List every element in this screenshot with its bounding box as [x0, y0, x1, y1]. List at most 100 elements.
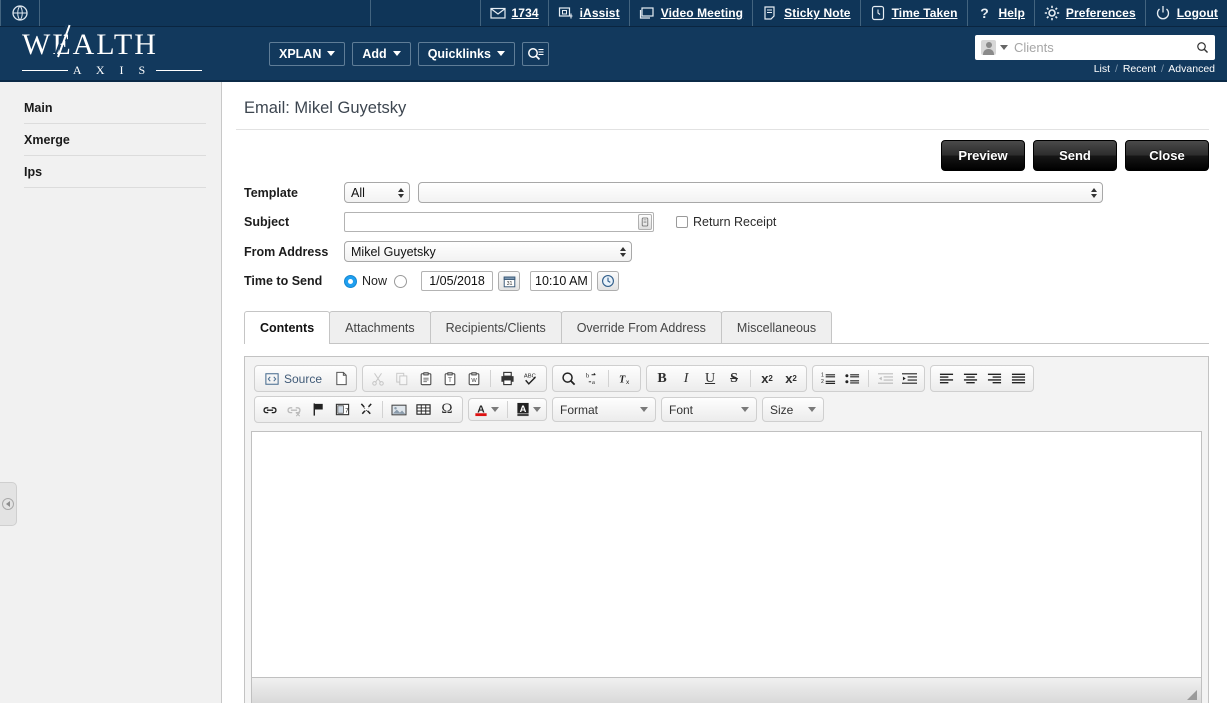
- anchor-icon[interactable]: [307, 399, 329, 420]
- sidebar-collapse-handle[interactable]: [0, 482, 17, 526]
- image-icon[interactable]: [388, 399, 410, 420]
- toolbar-group-insert: 7 Ω: [254, 396, 463, 423]
- globe-icon[interactable]: [0, 0, 40, 26]
- print-icon[interactable]: [496, 368, 518, 389]
- tab-recipients-clients[interactable]: Recipients/Clients: [429, 311, 562, 343]
- send-button[interactable]: Send: [1033, 140, 1117, 171]
- remove-format-icon[interactable]: T x: [614, 368, 636, 389]
- align-right-icon[interactable]: [983, 368, 1005, 389]
- search-link-advanced[interactable]: Advanced: [1168, 63, 1215, 75]
- search-link-recent[interactable]: Recent: [1123, 63, 1156, 75]
- help-item[interactable]: ? Help: [968, 0, 1035, 26]
- clock-picker-icon[interactable]: [597, 271, 620, 291]
- logout-item[interactable]: Logout: [1146, 0, 1227, 26]
- tab-miscellaneous[interactable]: Miscellaneous: [720, 311, 833, 343]
- toolbar-group-clipboard: T W ABC: [362, 365, 548, 392]
- sticky-note-link[interactable]: Sticky Note: [784, 6, 850, 20]
- size-dropdown[interactable]: Size: [762, 397, 824, 422]
- search-link-list[interactable]: List: [1094, 63, 1110, 75]
- spellcheck-icon[interactable]: ABC: [520, 368, 542, 389]
- toolbar-separator: [507, 401, 508, 418]
- send-time-input[interactable]: [530, 271, 593, 291]
- format-dropdown[interactable]: Format: [552, 397, 656, 422]
- iassist-link[interactable]: iAssist: [580, 6, 620, 20]
- new-page-icon[interactable]: [330, 368, 352, 389]
- search-icon[interactable]: [1196, 40, 1209, 55]
- nav-add-button[interactable]: Add: [352, 41, 411, 66]
- close-button[interactable]: Close: [1125, 140, 1209, 171]
- sidebar-item-xmerge[interactable]: Xmerge: [24, 124, 206, 156]
- calendar-icon[interactable]: 31: [498, 271, 521, 291]
- send-now-radio[interactable]: [344, 274, 357, 288]
- from-address-select-wrap: Mikel Guyetsky: [344, 241, 632, 262]
- from-address-select[interactable]: Mikel Guyetsky: [344, 241, 632, 262]
- tab-contents[interactable]: Contents: [244, 311, 331, 344]
- time-taken-item[interactable]: Time Taken: [861, 0, 968, 26]
- toolbar-group-editing: b a T x: [552, 365, 642, 392]
- svg-text:1: 1: [821, 373, 824, 379]
- table-icon[interactable]: [412, 399, 434, 420]
- find-icon[interactable]: [557, 368, 579, 389]
- bulleted-list-icon[interactable]: [841, 368, 863, 389]
- source-button[interactable]: Source: [259, 368, 328, 389]
- align-left-icon[interactable]: [935, 368, 957, 389]
- preview-button[interactable]: Preview: [941, 140, 1025, 171]
- logout-link[interactable]: Logout: [1177, 6, 1218, 20]
- superscript-icon[interactable]: x2: [780, 368, 802, 389]
- video-meeting-item[interactable]: Video Meeting: [630, 0, 754, 26]
- tab-override-from-address[interactable]: Override From Address: [560, 311, 722, 343]
- logo[interactable]: WEALTH A X I S: [22, 23, 202, 78]
- sidebar-item-main[interactable]: Main: [24, 92, 206, 124]
- sticky-note-item[interactable]: Sticky Note: [753, 0, 861, 26]
- help-link[interactable]: Help: [999, 6, 1025, 20]
- merge-field-icon[interactable]: 7: [331, 399, 353, 420]
- send-date-input[interactable]: [421, 271, 494, 291]
- subscript-icon[interactable]: x2: [756, 368, 778, 389]
- iassist-icon: [558, 5, 574, 21]
- paste-word-icon[interactable]: W: [463, 368, 485, 389]
- text-color-icon[interactable]: A: [472, 399, 501, 420]
- preferences-item[interactable]: Preferences: [1035, 0, 1146, 26]
- align-center-icon[interactable]: [959, 368, 981, 389]
- underline-icon[interactable]: U: [699, 368, 721, 389]
- resize-grip-icon[interactable]: [1186, 689, 1198, 701]
- align-justify-icon[interactable]: [1007, 368, 1029, 389]
- time-to-send-label: Time to Send: [244, 274, 323, 288]
- template-select-wrap: [418, 182, 1103, 203]
- special-char-icon[interactable]: Ω: [436, 399, 458, 420]
- italic-icon[interactable]: I: [675, 368, 697, 389]
- background-color-icon[interactable]: A: [514, 399, 543, 420]
- search-box[interactable]: [975, 35, 1215, 60]
- preferences-link[interactable]: Preferences: [1066, 6, 1136, 20]
- search-input[interactable]: [1012, 39, 1192, 56]
- editor-canvas[interactable]: [251, 431, 1202, 677]
- bold-icon[interactable]: B: [651, 368, 673, 389]
- numbered-list-icon[interactable]: 1 2: [817, 368, 839, 389]
- replace-icon[interactable]: b a: [581, 368, 603, 389]
- body-layout: Main Xmerge Ips Email: Mikel Guyetsky Pr…: [0, 82, 1227, 703]
- subject-merge-field-icon[interactable]: [638, 214, 652, 230]
- scissors-icon[interactable]: [355, 399, 377, 420]
- nav-xplan-button[interactable]: XPLAN: [269, 41, 346, 66]
- mail-count-link[interactable]: 1734: [512, 6, 539, 20]
- mail-count-item[interactable]: 1734: [481, 0, 549, 26]
- nav-search-button[interactable]: [521, 41, 549, 66]
- paste-icon[interactable]: [415, 368, 437, 389]
- nav-quicklinks-button[interactable]: Quicklinks: [417, 41, 515, 66]
- font-dropdown[interactable]: Font: [661, 397, 757, 422]
- send-later-radio[interactable]: [394, 274, 408, 288]
- indent-icon[interactable]: [898, 368, 920, 389]
- chevron-down-icon[interactable]: [1000, 45, 1008, 50]
- template-select[interactable]: [418, 182, 1103, 203]
- template-filter-select[interactable]: All: [344, 182, 410, 203]
- paste-text-icon[interactable]: T: [439, 368, 461, 389]
- subject-input[interactable]: [344, 212, 654, 232]
- return-receipt-checkbox[interactable]: [676, 216, 688, 228]
- time-taken-link[interactable]: Time Taken: [892, 6, 958, 20]
- sidebar-item-ips[interactable]: Ips: [24, 156, 206, 188]
- video-meeting-link[interactable]: Video Meeting: [661, 6, 743, 20]
- link-icon[interactable]: [259, 399, 281, 420]
- strikethrough-icon[interactable]: S: [723, 368, 745, 389]
- tab-attachments[interactable]: Attachments: [329, 311, 431, 343]
- iassist-item[interactable]: iAssist: [549, 0, 630, 26]
